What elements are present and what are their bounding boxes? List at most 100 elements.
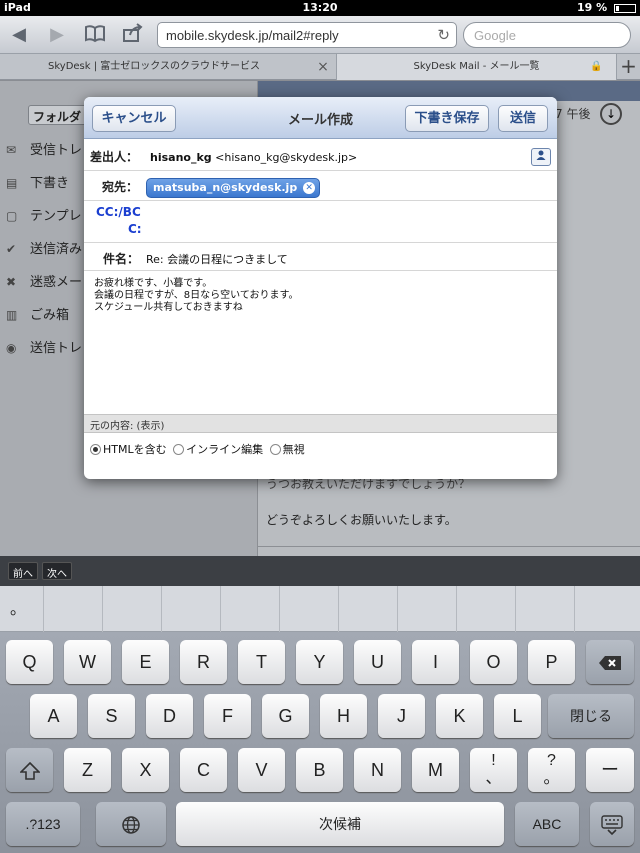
option-include-html[interactable]: HTMLを含む bbox=[90, 443, 167, 456]
tab-skydesk-mail[interactable]: SkyDesk Mail - メール一覧 bbox=[336, 54, 616, 80]
sidebar-item-label: 送信済み bbox=[30, 242, 83, 257]
sidebar-item-spam[interactable]: ✖ 迷惑メー bbox=[6, 271, 82, 295]
key-a[interactable]: A bbox=[30, 694, 77, 738]
key-q[interactable]: Q bbox=[6, 640, 53, 684]
key-long-dash[interactable]: ー bbox=[586, 748, 634, 792]
back-icon[interactable]: ◀ bbox=[6, 23, 32, 47]
close-key[interactable]: 閉じる bbox=[548, 694, 634, 738]
contact-picker-icon[interactable] bbox=[531, 148, 551, 166]
prev-button[interactable]: 前へ bbox=[8, 562, 38, 580]
reload-icon[interactable]: ↻ bbox=[437, 26, 450, 44]
url-text: mobile.skydesk.jp/mail2#reply bbox=[166, 28, 339, 43]
spam-icon: ✖ bbox=[6, 275, 17, 289]
key-p[interactable]: P bbox=[528, 640, 575, 684]
original-content-toggle[interactable]: 元の内容: (表示) bbox=[84, 414, 557, 433]
cc-bcc-row[interactable]: CC:/BC C: bbox=[84, 201, 557, 243]
trash-icon: ▥ bbox=[6, 308, 18, 322]
key-o[interactable]: O bbox=[470, 640, 517, 684]
send-button[interactable]: 送信 bbox=[498, 105, 548, 132]
key-u[interactable]: U bbox=[354, 640, 401, 684]
candidate-empty bbox=[44, 586, 103, 632]
sidebar-item-label: ごみ箱 bbox=[30, 308, 70, 323]
cc-bcc-label-continued[interactable]: C: bbox=[128, 222, 142, 236]
search-placeholder: Google bbox=[474, 28, 516, 43]
sidebar-item-trash[interactable]: ▥ ごみ箱 bbox=[6, 304, 69, 328]
status-bar: iPad 13:20 19 % bbox=[0, 0, 640, 16]
search-field[interactable]: Google bbox=[463, 22, 631, 48]
key-j[interactable]: J bbox=[378, 694, 425, 738]
option-ignore[interactable]: 無視 bbox=[269, 443, 305, 456]
key-t[interactable]: T bbox=[238, 640, 285, 684]
candidate-bar: 。 bbox=[0, 586, 640, 632]
abc-key[interactable]: ABC bbox=[515, 802, 579, 846]
hide-keyboard-key[interactable] bbox=[590, 802, 634, 846]
key-z[interactable]: Z bbox=[64, 748, 111, 792]
option-inline-edit[interactable]: インライン編集 bbox=[173, 443, 263, 456]
backspace-key[interactable] bbox=[586, 640, 634, 684]
address-bar[interactable]: mobile.skydesk.jp/mail2#reply ↻ bbox=[157, 22, 457, 48]
save-draft-button[interactable]: 下書き保存 bbox=[405, 105, 489, 132]
share-icon[interactable] bbox=[120, 23, 146, 47]
to-label: 宛先： bbox=[102, 180, 139, 194]
sidebar-item-label: テンプレ bbox=[30, 209, 82, 224]
download-icon[interactable]: ↓ bbox=[600, 103, 622, 125]
candidate-item[interactable]: 。 bbox=[0, 586, 44, 632]
key-top-char: ? bbox=[547, 752, 556, 769]
sidebar-item-label: 送信トレ bbox=[30, 341, 83, 356]
key-v[interactable]: V bbox=[238, 748, 285, 792]
divider bbox=[258, 546, 640, 547]
battery-percent: 19 % bbox=[576, 1, 608, 14]
next-button[interactable]: 次へ bbox=[42, 562, 72, 580]
key-n[interactable]: N bbox=[354, 748, 401, 792]
candidate-empty bbox=[516, 586, 575, 632]
key-m[interactable]: M bbox=[412, 748, 459, 792]
cc-bcc-label[interactable]: CC:/BC bbox=[96, 205, 141, 219]
key-i[interactable]: I bbox=[412, 640, 459, 684]
key-c[interactable]: C bbox=[180, 748, 227, 792]
sidebar-item-drafts[interactable]: ▤ 下書き bbox=[6, 172, 69, 196]
radio-selected-icon[interactable] bbox=[90, 444, 101, 455]
tab-bar: SkyDesk | 富士ゼロックスのクラウドサービス × SkyDesk Mai… bbox=[0, 54, 640, 80]
sidebar-item-sent[interactable]: ✔ 送信済み bbox=[6, 238, 82, 262]
sidebar-item-inbox[interactable]: ✉ 受信トレ bbox=[6, 139, 82, 163]
radio-icon[interactable] bbox=[173, 444, 185, 455]
remove-recipient-icon[interactable]: ✕ bbox=[303, 182, 316, 194]
subject-field[interactable]: Re: 会議の日程につきまして bbox=[146, 251, 288, 267]
shift-key[interactable] bbox=[6, 748, 53, 792]
browser-toolbar: ◀ ▶ mobile.skydesk.jp/mail2#reply ↻ Goog… bbox=[0, 16, 640, 54]
sidebar-item-templates[interactable]: ▢ テンプレ bbox=[6, 205, 82, 229]
sidebar-item-outbox[interactable]: ◉ 送信トレ bbox=[6, 337, 82, 361]
key-f[interactable]: F bbox=[204, 694, 251, 738]
key-l[interactable]: L bbox=[494, 694, 541, 738]
radio-icon[interactable] bbox=[269, 444, 281, 455]
key-h[interactable]: H bbox=[320, 694, 367, 738]
outbox-icon: ◉ bbox=[6, 341, 17, 355]
globe-key[interactable] bbox=[96, 802, 166, 846]
key-w[interactable]: W bbox=[64, 640, 111, 684]
sidebar-item-label: 迷惑メー bbox=[30, 275, 83, 290]
onscreen-keyboard: 。 Q W E R T Y U I O P A S D F G H J K L … bbox=[0, 586, 640, 853]
key-b[interactable]: B bbox=[296, 748, 343, 792]
bookmarks-icon[interactable] bbox=[82, 23, 108, 47]
new-tab-icon[interactable]: + bbox=[616, 54, 640, 80]
key-k[interactable]: K bbox=[436, 694, 483, 738]
cancel-button[interactable]: キャンセル bbox=[92, 105, 176, 132]
key-x[interactable]: X bbox=[122, 748, 169, 792]
key-d[interactable]: D bbox=[146, 694, 193, 738]
key-r[interactable]: R bbox=[180, 640, 227, 684]
key-exclamation[interactable]: !、 bbox=[470, 748, 517, 792]
tab-skydesk-home[interactable]: SkyDesk | 富士ゼロックスのクラウドサービス bbox=[0, 54, 308, 80]
to-row: 宛先： matsuba_n@skydesk.jp ✕ bbox=[84, 171, 557, 201]
from-field[interactable]: hisano_kg <hisano_kg@skydesk.jp> bbox=[150, 151, 357, 164]
key-question[interactable]: ?。 bbox=[528, 748, 575, 792]
forward-icon[interactable]: ▶ bbox=[44, 23, 70, 47]
close-tab-icon[interactable]: × bbox=[314, 54, 332, 80]
key-y[interactable]: Y bbox=[296, 640, 343, 684]
space-key[interactable]: 次候補 bbox=[176, 802, 504, 846]
message-body-field[interactable]: お疲れ様です、小暮です。 会議の日程ですが、8日なら空いております。 スケジュー… bbox=[94, 278, 544, 314]
key-s[interactable]: S bbox=[88, 694, 135, 738]
key-g[interactable]: G bbox=[262, 694, 309, 738]
recipient-chip[interactable]: matsuba_n@skydesk.jp ✕ bbox=[146, 178, 321, 198]
numbers-key[interactable]: .?123 bbox=[6, 802, 80, 846]
key-e[interactable]: E bbox=[122, 640, 169, 684]
